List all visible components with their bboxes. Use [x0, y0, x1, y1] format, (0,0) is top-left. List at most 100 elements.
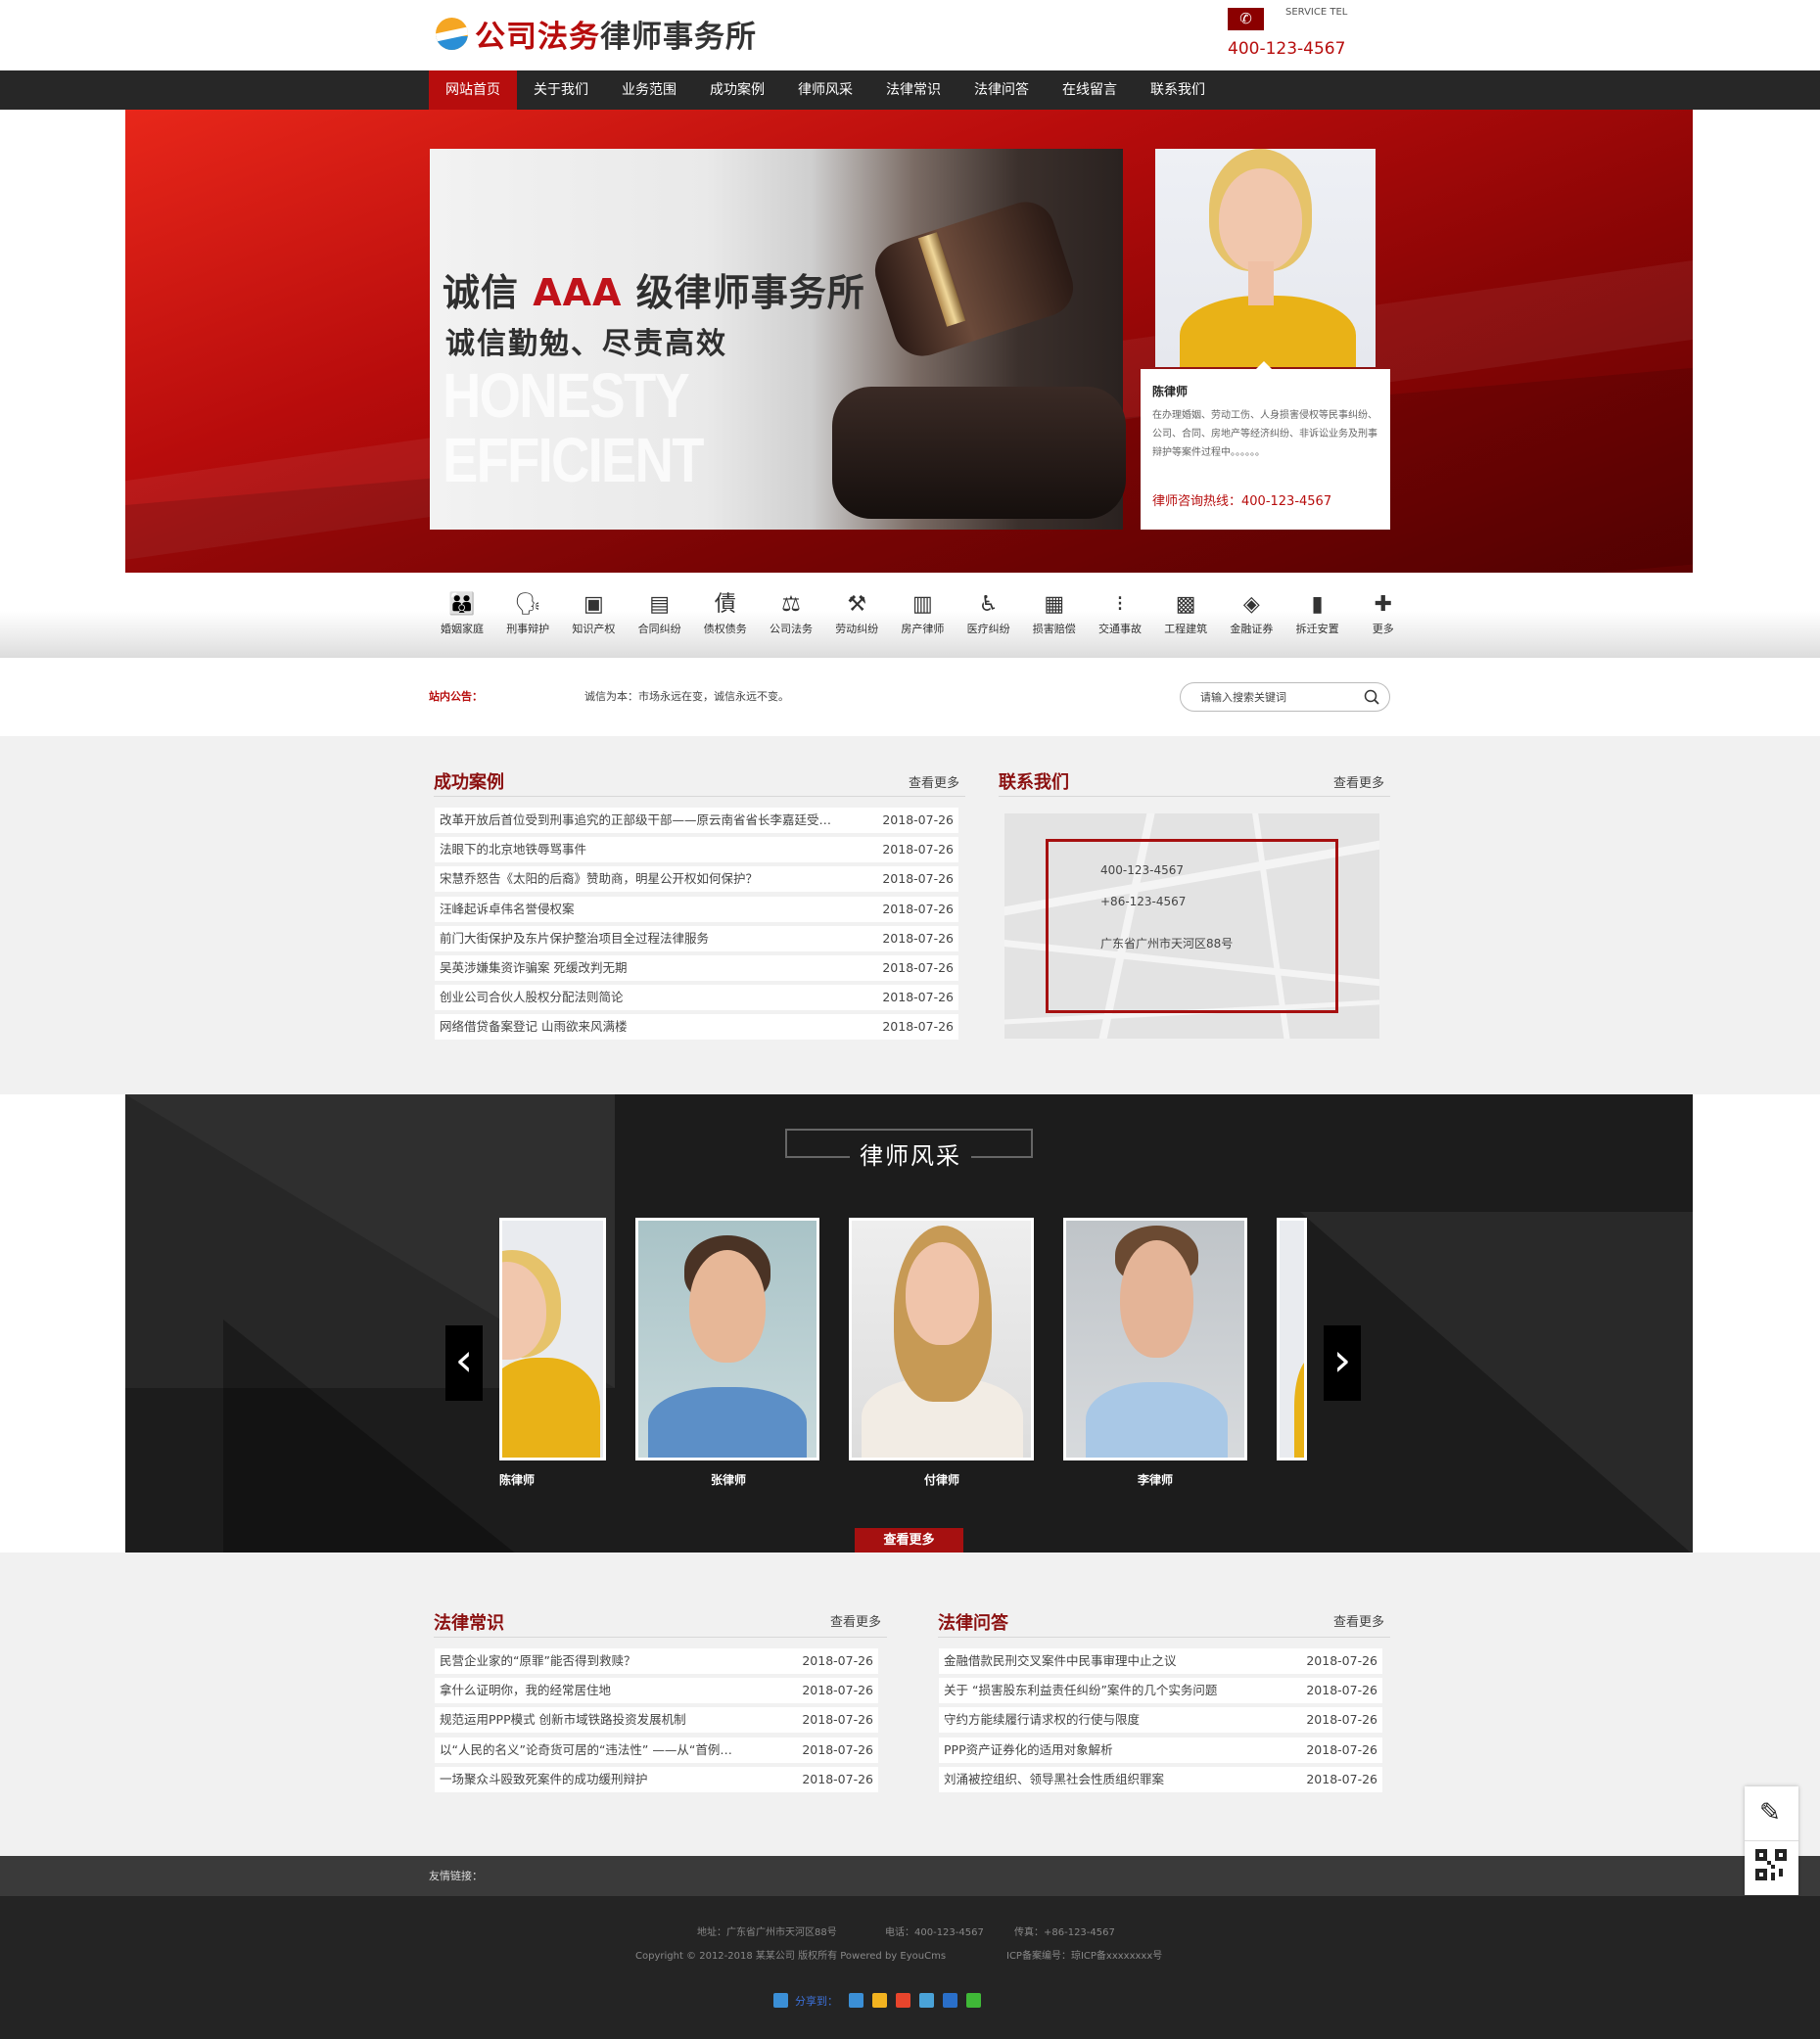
list-item[interactable]: 以“人民的名义”论奇货可居的“违法性” ——从“首例… 2018-07-26 [435, 1737, 878, 1763]
list-item-title[interactable]: 前门大街保护及东片保护整治项目全过程法律服务 [440, 926, 875, 951]
nav-item-message[interactable]: 在线留言 [1046, 70, 1134, 110]
list-item[interactable]: 民营企业家的“原罪”能否得到救赎？ 2018-07-26 [435, 1648, 878, 1674]
list-item-title[interactable]: 汪峰起诉卓伟名誉侵权案 [440, 897, 875, 922]
chevron-left-icon[interactable]: ‹ [445, 1325, 483, 1401]
cases-more-link[interactable]: 查看更多 [909, 772, 959, 791]
category-label: 刑事辩护 [506, 623, 550, 635]
category-wheelchair[interactable]: ♿ 医疗纠纷 [959, 592, 1018, 636]
list-item-title[interactable]: 创业公司合伙人股权分配法则简论 [440, 985, 875, 1010]
contact-more-link[interactable]: 查看更多 [1333, 772, 1384, 791]
chevron-right-icon[interactable]: › [1324, 1325, 1361, 1401]
nav-item-cases[interactable]: 成功案例 [693, 70, 781, 110]
list-item-title[interactable]: PPP资产证券化的适用对象解析 [944, 1738, 1299, 1763]
list-item[interactable]: 刘涌被控组织、领导黑社会性质组织罪案 2018-07-26 [939, 1766, 1382, 1792]
renren-icon[interactable] [943, 1993, 957, 2008]
list-item-title[interactable]: 金融借款民刑交叉案件中民事审理中止之议 [944, 1648, 1299, 1674]
list-item-title[interactable]: 一场聚众斗殴致死案件的成功缓刑辩护 [440, 1767, 795, 1792]
tencent-weibo-icon[interactable] [919, 1993, 934, 2008]
nav-item-contact[interactable]: 联系我们 [1134, 70, 1222, 110]
lawyer-card-4[interactable] [1063, 1218, 1247, 1460]
category-label: 交通事故 [1098, 623, 1142, 635]
category-film-frame[interactable]: ▣ 知识产权 [564, 592, 623, 636]
list-item-title[interactable]: 法眼下的北京地铁辱骂事件 [440, 837, 875, 862]
logo-icon[interactable] [436, 18, 468, 50]
category-coin[interactable]: ◈ 金融证券 [1222, 592, 1281, 636]
weibo-icon[interactable] [896, 1993, 910, 2008]
nav-item-team[interactable]: 律师风采 [781, 70, 869, 110]
list-item-title[interactable]: 改革开放后首位受到刑事追究的正部级干部——原云南省省长李嘉廷受… [440, 808, 875, 833]
list-item[interactable]: 金融借款民刑交叉案件中民事审理中止之议 2018-07-26 [939, 1648, 1382, 1674]
team-more-button[interactable]: 查看更多 [855, 1528, 963, 1552]
category-label: 拆迁安置 [1295, 623, 1339, 635]
category-worker[interactable]: ⚒ 劳动纠纷 [827, 592, 886, 636]
lawyer-name-1[interactable]: 陈律师 [499, 1471, 535, 1488]
friend-links-label: 友情链接： [429, 1870, 483, 1882]
edit-icon[interactable]: ✎ [1759, 1799, 1781, 1827]
list-item[interactable]: 宋慧乔怒告《太阳的后裔》赞助商，明星公开权如何保护？ 2018-07-26 [435, 866, 958, 893]
list-item-date: 2018-07-26 [1306, 1712, 1377, 1728]
list-item-date: 2018-07-26 [802, 1741, 873, 1757]
qzone-icon[interactable] [872, 1993, 887, 2008]
share-more-icon[interactable] [849, 1993, 863, 2008]
category-family[interactable]: 👪 婚姻家庭 [433, 592, 491, 636]
qr-code-icon[interactable] [1755, 1849, 1787, 1880]
lawyer-name-4[interactable]: 李律师 [1138, 1471, 1173, 1488]
nav-item-home[interactable]: 网站首页 [429, 70, 517, 110]
category-traffic-light[interactable]: ⁝ 交通事故 [1091, 592, 1149, 636]
list-item-title[interactable]: 规范运用PPP模式 创新市域铁路投资发展机制 [440, 1707, 795, 1733]
lawyer-card-1[interactable] [499, 1218, 606, 1460]
nav-item-knowledge[interactable]: 法律常识 [869, 70, 957, 110]
lawyer-name-2[interactable]: 张律师 [711, 1471, 746, 1488]
category-debt[interactable]: 債债权债务 [696, 592, 755, 636]
lawyer-card-5[interactable] [1277, 1218, 1307, 1460]
list-item[interactable]: 网络借贷备案登记 山雨欲来风满楼 2018-07-26 [435, 1014, 958, 1041]
list-item-title[interactable]: 拿什么证明你，我的经常居住地 [440, 1678, 795, 1703]
wechat-icon[interactable] [966, 1993, 981, 2008]
category-brick-wall[interactable]: ▩ 工程建筑 [1156, 592, 1215, 636]
list-item[interactable]: 关于 “损害股东利益责任纠纷”案件的几个实务问题 2018-07-26 [939, 1678, 1382, 1704]
search-input[interactable] [1200, 689, 1357, 705]
list-item-title[interactable]: 守约方能续履行请求权的行使与限度 [944, 1707, 1299, 1733]
nav-item-services[interactable]: 业务范围 [605, 70, 693, 110]
category-city[interactable]: ▮ 拆迁安置 [1288, 592, 1347, 636]
contact-divider [999, 796, 1390, 797]
search-icon[interactable] [1364, 689, 1379, 705]
list-item-title[interactable]: 以“人民的名义”论奇货可居的“违法性” ——从“首例… [440, 1738, 795, 1763]
list-item-title[interactable]: 民营企业家的“原罪”能否得到救赎？ [440, 1648, 795, 1674]
list-item-title[interactable]: 网络借贷备案登记 山雨欲来风满楼 [440, 1014, 875, 1040]
list-item-title[interactable]: 关于 “损害股东利益责任纠纷”案件的几个实务问题 [944, 1678, 1299, 1703]
list-item[interactable]: 创业公司合伙人股权分配法则简论 2018-07-26 [435, 985, 958, 1011]
list-item[interactable]: 吴英涉嫌集资诈骗案 死缓改判无期 2018-07-26 [435, 955, 958, 981]
category-scales[interactable]: ⚖ 公司法务 [762, 592, 820, 636]
lawyer-card-3[interactable] [849, 1218, 1034, 1460]
list-item[interactable]: PPP资产证券化的适用对象解析 2018-07-26 [939, 1737, 1382, 1763]
list-item[interactable]: 前门大街保护及东片保护整治项目全过程法律服务 2018-07-26 [435, 925, 958, 951]
list-item[interactable]: 汪峰起诉卓伟名誉侵权案 2018-07-26 [435, 896, 958, 922]
lawyer-photo[interactable] [1155, 149, 1376, 367]
list-item[interactable]: 守约方能续履行请求权的行使与限度 2018-07-26 [939, 1707, 1382, 1734]
site-logo[interactable]: 公司法务律师事务所 [475, 12, 757, 56]
search-box [1180, 682, 1390, 712]
share-icon[interactable] [773, 1993, 788, 2008]
category-document[interactable]: ▤ 合同纠纷 [630, 592, 689, 636]
list-item[interactable]: 一场聚众斗殴致死案件的成功缓刑辩护 2018-07-26 [435, 1766, 878, 1792]
knowledge-more-link[interactable]: 查看更多 [830, 1611, 881, 1630]
lawyer-card-2[interactable] [635, 1218, 819, 1460]
category-building[interactable]: ▥ 房产律师 [893, 592, 952, 636]
list-item-title[interactable]: 刘涌被控组织、领导黑社会性质组织罪案 [944, 1767, 1299, 1792]
qa-more-link[interactable]: 查看更多 [1333, 1611, 1384, 1630]
lawyer-name-3[interactable]: 付律师 [924, 1471, 959, 1488]
category-certificate[interactable]: ▦ 损害赔偿 [1025, 592, 1084, 636]
footer-icp[interactable]: ICP备案编号：琼ICP备xxxxxxxx号 [1006, 1947, 1162, 1962]
list-item-title[interactable]: 吴英涉嫌集资诈骗案 死缓改判无期 [440, 955, 875, 981]
contact-address: 广东省广州市天河区88号 [1100, 937, 1234, 950]
list-item[interactable]: 法眼下的北京地铁辱骂事件 2018-07-26 [435, 837, 958, 863]
list-item[interactable]: 拿什么证明你，我的经常居住地 2018-07-26 [435, 1678, 878, 1704]
list-item[interactable]: 改革开放后首位受到刑事追究的正部级干部——原云南省省长李嘉廷受… 2018-07-… [435, 808, 958, 833]
category-speaking-head[interactable]: 🗣 刑事辩护 [498, 592, 557, 636]
nav-item-about[interactable]: 关于我们 [517, 70, 605, 110]
nav-item-qa[interactable]: 法律问答 [957, 70, 1046, 110]
list-item-title[interactable]: 宋慧乔怒告《太阳的后裔》赞助商，明星公开权如何保护？ [440, 866, 875, 892]
category-plus[interactable]: ✚ 更多 [1354, 592, 1413, 636]
list-item[interactable]: 规范运用PPP模式 创新市域铁路投资发展机制 2018-07-26 [435, 1707, 878, 1734]
